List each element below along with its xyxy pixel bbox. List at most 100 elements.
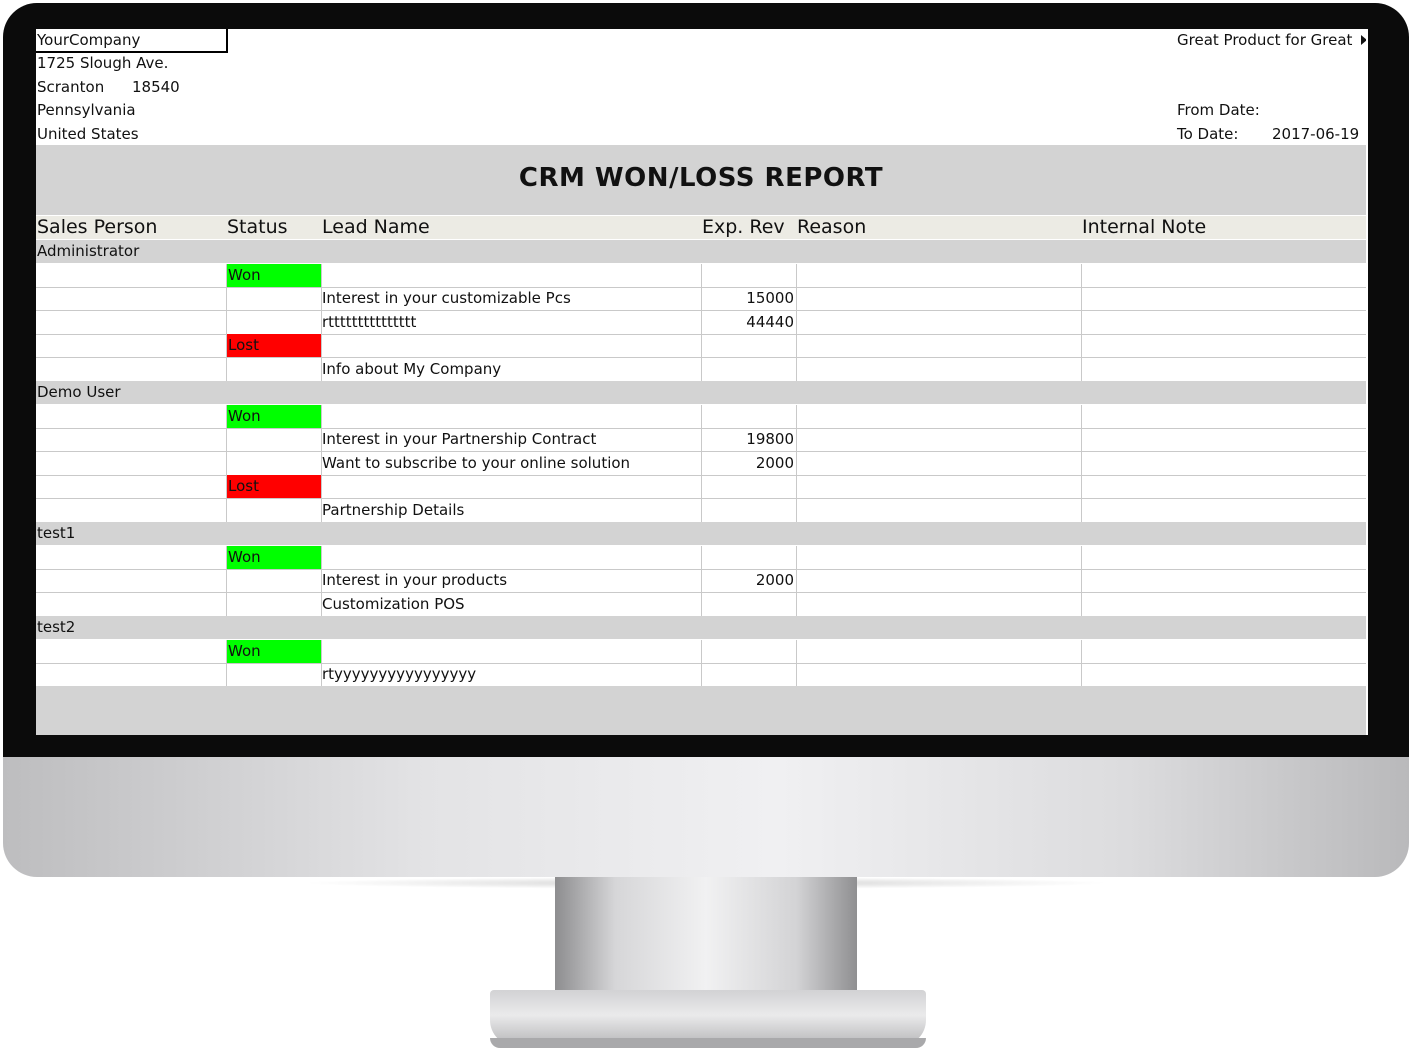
- grid-line: [796, 358, 797, 381]
- exp-rev-cell[interactable]: 15000: [702, 287, 794, 310]
- lead-name-cell[interactable]: rttttttttttttttt: [322, 311, 416, 334]
- sales-person-name[interactable]: test2: [37, 616, 75, 639]
- monitor-chin: [3, 757, 1409, 877]
- lead-name-cell[interactable]: Interest in your customizable Pcs: [322, 287, 571, 310]
- spreadsheet: YourCompany 1725 Slough Ave. Scranton 18…: [36, 29, 1368, 735]
- grid-line: [796, 311, 797, 334]
- grid-line: [701, 334, 702, 357]
- exp-rev-cell[interactable]: 2000: [702, 452, 794, 475]
- table-row: Info about My Company: [36, 358, 1366, 382]
- grid-line: [321, 405, 322, 428]
- table-row: Lost: [36, 475, 1366, 499]
- grid-line: [796, 499, 797, 522]
- grid-line: [701, 264, 702, 287]
- table-row: Interest in your customizable Pcs 15000: [36, 287, 1366, 311]
- column-header-reason: Reason: [797, 216, 867, 238]
- grid-line: [701, 405, 702, 428]
- lead-name-cell[interactable]: Interest in your Partnership Contract: [322, 428, 596, 451]
- grid-line: [796, 264, 797, 287]
- grid-line: [796, 593, 797, 616]
- company-city: Scranton: [37, 78, 105, 96]
- grid-line: [1081, 593, 1082, 616]
- table-row: Won: [36, 546, 1366, 570]
- grid-line: [226, 358, 227, 381]
- grid-line: [321, 475, 322, 498]
- exp-rev-cell[interactable]: 2000: [702, 569, 794, 592]
- grid-line: [701, 475, 702, 498]
- company-name: YourCompany: [37, 31, 141, 49]
- grid-line: [796, 334, 797, 357]
- column-header-status: Status: [227, 216, 288, 238]
- lead-name-cell[interactable]: rtyyyyyyyyyyyyyyyy: [322, 663, 476, 686]
- status-lost-cell[interactable]: Lost: [227, 475, 321, 498]
- exp-rev-cell[interactable]: [702, 358, 794, 381]
- grid-line: [796, 546, 797, 569]
- exp-rev-cell[interactable]: [702, 499, 794, 522]
- lead-name-cell[interactable]: Interest in your products: [322, 569, 507, 592]
- grid-line: [1081, 499, 1082, 522]
- sheet-edge: [1366, 29, 1368, 735]
- grid-line: [321, 334, 322, 357]
- company-country: United States: [37, 125, 139, 143]
- table-row: Want to subscribe to your online solutio…: [36, 452, 1366, 476]
- monitor-foot-edge: [490, 1038, 926, 1048]
- screen: YourCompany 1725 Slough Ave. Scranton 18…: [36, 29, 1368, 735]
- status-won-cell[interactable]: Won: [227, 264, 321, 287]
- table-row: Won: [36, 640, 1366, 664]
- grid-line: [1081, 405, 1082, 428]
- group-row: Administrator: [36, 240, 1366, 263]
- column-header-internal-note: Internal Note: [1082, 216, 1207, 238]
- lead-name-cell[interactable]: Partnership Details: [322, 499, 464, 522]
- grid-line: [1081, 264, 1082, 287]
- company-state: Pennsylvania: [37, 101, 136, 119]
- grid-line: [226, 569, 227, 592]
- status-won-cell[interactable]: Won: [227, 405, 321, 428]
- sales-person-name[interactable]: test1: [37, 522, 75, 545]
- grid-line: [796, 428, 797, 451]
- monitor-stand: [555, 877, 857, 997]
- grid-line: [1081, 663, 1082, 686]
- grid-line: [796, 569, 797, 592]
- grid-line: [1081, 452, 1082, 475]
- table-row: rtyyyyyyyyyyyyyyyy: [36, 663, 1366, 687]
- table-row: Customization POS: [36, 593, 1366, 617]
- table-row: Interest in your products 2000: [36, 569, 1366, 593]
- grid-line: [226, 593, 227, 616]
- grid-line: [226, 287, 227, 310]
- exp-rev-cell[interactable]: [702, 663, 794, 686]
- to-date-label: To Date:: [1177, 125, 1239, 143]
- status-won-cell[interactable]: Won: [227, 640, 321, 663]
- table-row: Won: [36, 264, 1366, 288]
- exp-rev-cell[interactable]: 19800: [702, 428, 794, 451]
- company-tagline: Great Product for Great: [1177, 31, 1353, 49]
- lead-name-cell[interactable]: Want to subscribe to your online solutio…: [322, 452, 630, 475]
- table-row: Interest in your Partnership Contract 198…: [36, 428, 1366, 452]
- grid-line: [1081, 640, 1082, 663]
- status-lost-cell[interactable]: Lost: [227, 334, 321, 357]
- exp-rev-cell[interactable]: [702, 593, 794, 616]
- grid-line: [796, 452, 797, 475]
- sales-person-name[interactable]: Demo User: [37, 381, 121, 404]
- column-header-exp-rev: Exp. Rev: [702, 216, 785, 238]
- grid-line: [1081, 428, 1082, 451]
- grid-line: [796, 405, 797, 428]
- grid-line: [796, 663, 797, 686]
- lead-name-cell[interactable]: Info about My Company: [322, 358, 501, 381]
- grid-line: [796, 287, 797, 310]
- sales-person-name[interactable]: Administrator: [37, 240, 139, 263]
- grid-line: [796, 475, 797, 498]
- group-row: Demo User: [36, 381, 1366, 404]
- grid-line: [1081, 334, 1082, 357]
- column-header-lead-name: Lead Name: [322, 216, 430, 238]
- status-won-cell[interactable]: Won: [227, 546, 321, 569]
- report-title: CRM WON/LOSS REPORT: [518, 163, 884, 193]
- lead-name-cell[interactable]: Customization POS: [322, 593, 465, 616]
- group-row: test1: [36, 522, 1366, 545]
- company-street: 1725 Slough Ave.: [37, 54, 169, 72]
- grid-line: [321, 640, 322, 663]
- company-zip: 18540: [132, 78, 180, 96]
- table-row: Partnership Details: [36, 499, 1366, 523]
- grid-line: [1081, 287, 1082, 310]
- exp-rev-cell[interactable]: 44440: [702, 311, 794, 334]
- grid-line: [321, 546, 322, 569]
